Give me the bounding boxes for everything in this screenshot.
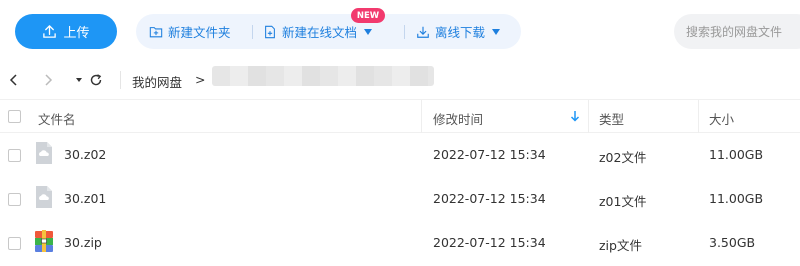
forward-icon[interactable]: [41, 73, 55, 87]
table-row[interactable]: 30.zip 2022-07-12 15:34 zip文件 3.50GB: [0, 221, 800, 265]
table-header: 文件名 修改时间 类型 大小: [0, 99, 800, 133]
sort-descending-icon[interactable]: [570, 110, 580, 125]
history-dropdown-icon[interactable]: [72, 73, 86, 87]
upload-label: 上传: [63, 26, 90, 41]
folder-plus-icon: [149, 26, 163, 37]
new-badge: NEW: [351, 8, 385, 23]
breadcrumb-current-blurred: [212, 66, 434, 86]
new-folder-button[interactable]: 新建文件夹: [149, 22, 231, 41]
row-checkbox[interactable]: [8, 193, 21, 206]
column-header-name[interactable]: 文件名: [38, 109, 76, 128]
file-size: 3.50GB: [709, 235, 756, 250]
column-header-size[interactable]: 大小: [709, 109, 734, 128]
divider: [588, 100, 589, 133]
upload-button[interactable]: 上传: [15, 14, 117, 49]
search-placeholder: 搜索我的网盘文件: [686, 25, 783, 39]
action-group: 新建文件夹 新建在线文档 离线下载: [136, 14, 521, 49]
row-checkbox[interactable]: [8, 237, 21, 250]
select-all-checkbox[interactable]: [8, 110, 21, 123]
breadcrumb-separator: >: [195, 72, 206, 87]
file-size: 11.00GB: [709, 147, 764, 162]
document-plus-icon: [265, 25, 275, 38]
divider: [404, 24, 405, 39]
toolbar: 上传 新建文件夹 新建在线文档 离线下载 NEW 搜索我的网盘文件: [0, 0, 800, 62]
file-name[interactable]: 30.z01: [64, 191, 106, 206]
file-name[interactable]: 30.z02: [64, 147, 106, 162]
file-type: zip文件: [599, 238, 642, 253]
new-doc-label: 新建在线文档: [282, 25, 358, 40]
column-header-modified[interactable]: 修改时间: [433, 109, 483, 128]
file-name[interactable]: 30.zip: [64, 235, 102, 250]
download-icon: [417, 26, 429, 38]
file-table: 文件名 修改时间 类型 大小 30.z02 2022-07-12 15:34 z…: [0, 99, 800, 265]
file-modified: 2022-07-12 15:34: [433, 235, 546, 250]
upload-icon: [43, 25, 57, 38]
search-input[interactable]: 搜索我的网盘文件: [674, 14, 800, 49]
cloud-file-icon: [36, 142, 52, 164]
cloud-file-icon: [36, 186, 52, 208]
file-size: 11.00GB: [709, 191, 764, 206]
refresh-icon[interactable]: [89, 73, 103, 87]
table-row[interactable]: 30.z01 2022-07-12 15:34 z01文件 11.00GB: [0, 177, 800, 221]
row-checkbox[interactable]: [8, 149, 21, 162]
file-modified: 2022-07-12 15:34: [433, 191, 546, 206]
back-icon[interactable]: [7, 73, 21, 87]
table-row[interactable]: 30.z02 2022-07-12 15:34 z02文件 11.00GB: [0, 133, 800, 177]
column-header-type[interactable]: 类型: [599, 109, 624, 128]
divider: [421, 100, 422, 133]
new-folder-label: 新建文件夹: [168, 25, 231, 40]
divider: [698, 100, 699, 133]
new-online-doc-button[interactable]: 新建在线文档: [263, 22, 373, 41]
file-type: z01文件: [599, 194, 647, 209]
zip-archive-icon: [35, 230, 53, 252]
divider: [252, 24, 253, 39]
breadcrumb-root[interactable]: 我的网盘: [132, 72, 182, 91]
file-modified: 2022-07-12 15:34: [433, 147, 546, 162]
caret-down-icon: [492, 28, 501, 35]
offline-download-label: 离线下载: [435, 25, 486, 40]
divider: [120, 71, 121, 89]
file-type: z02文件: [599, 150, 647, 165]
caret-down-icon: [364, 28, 373, 35]
offline-download-button[interactable]: 离线下载: [416, 22, 501, 41]
